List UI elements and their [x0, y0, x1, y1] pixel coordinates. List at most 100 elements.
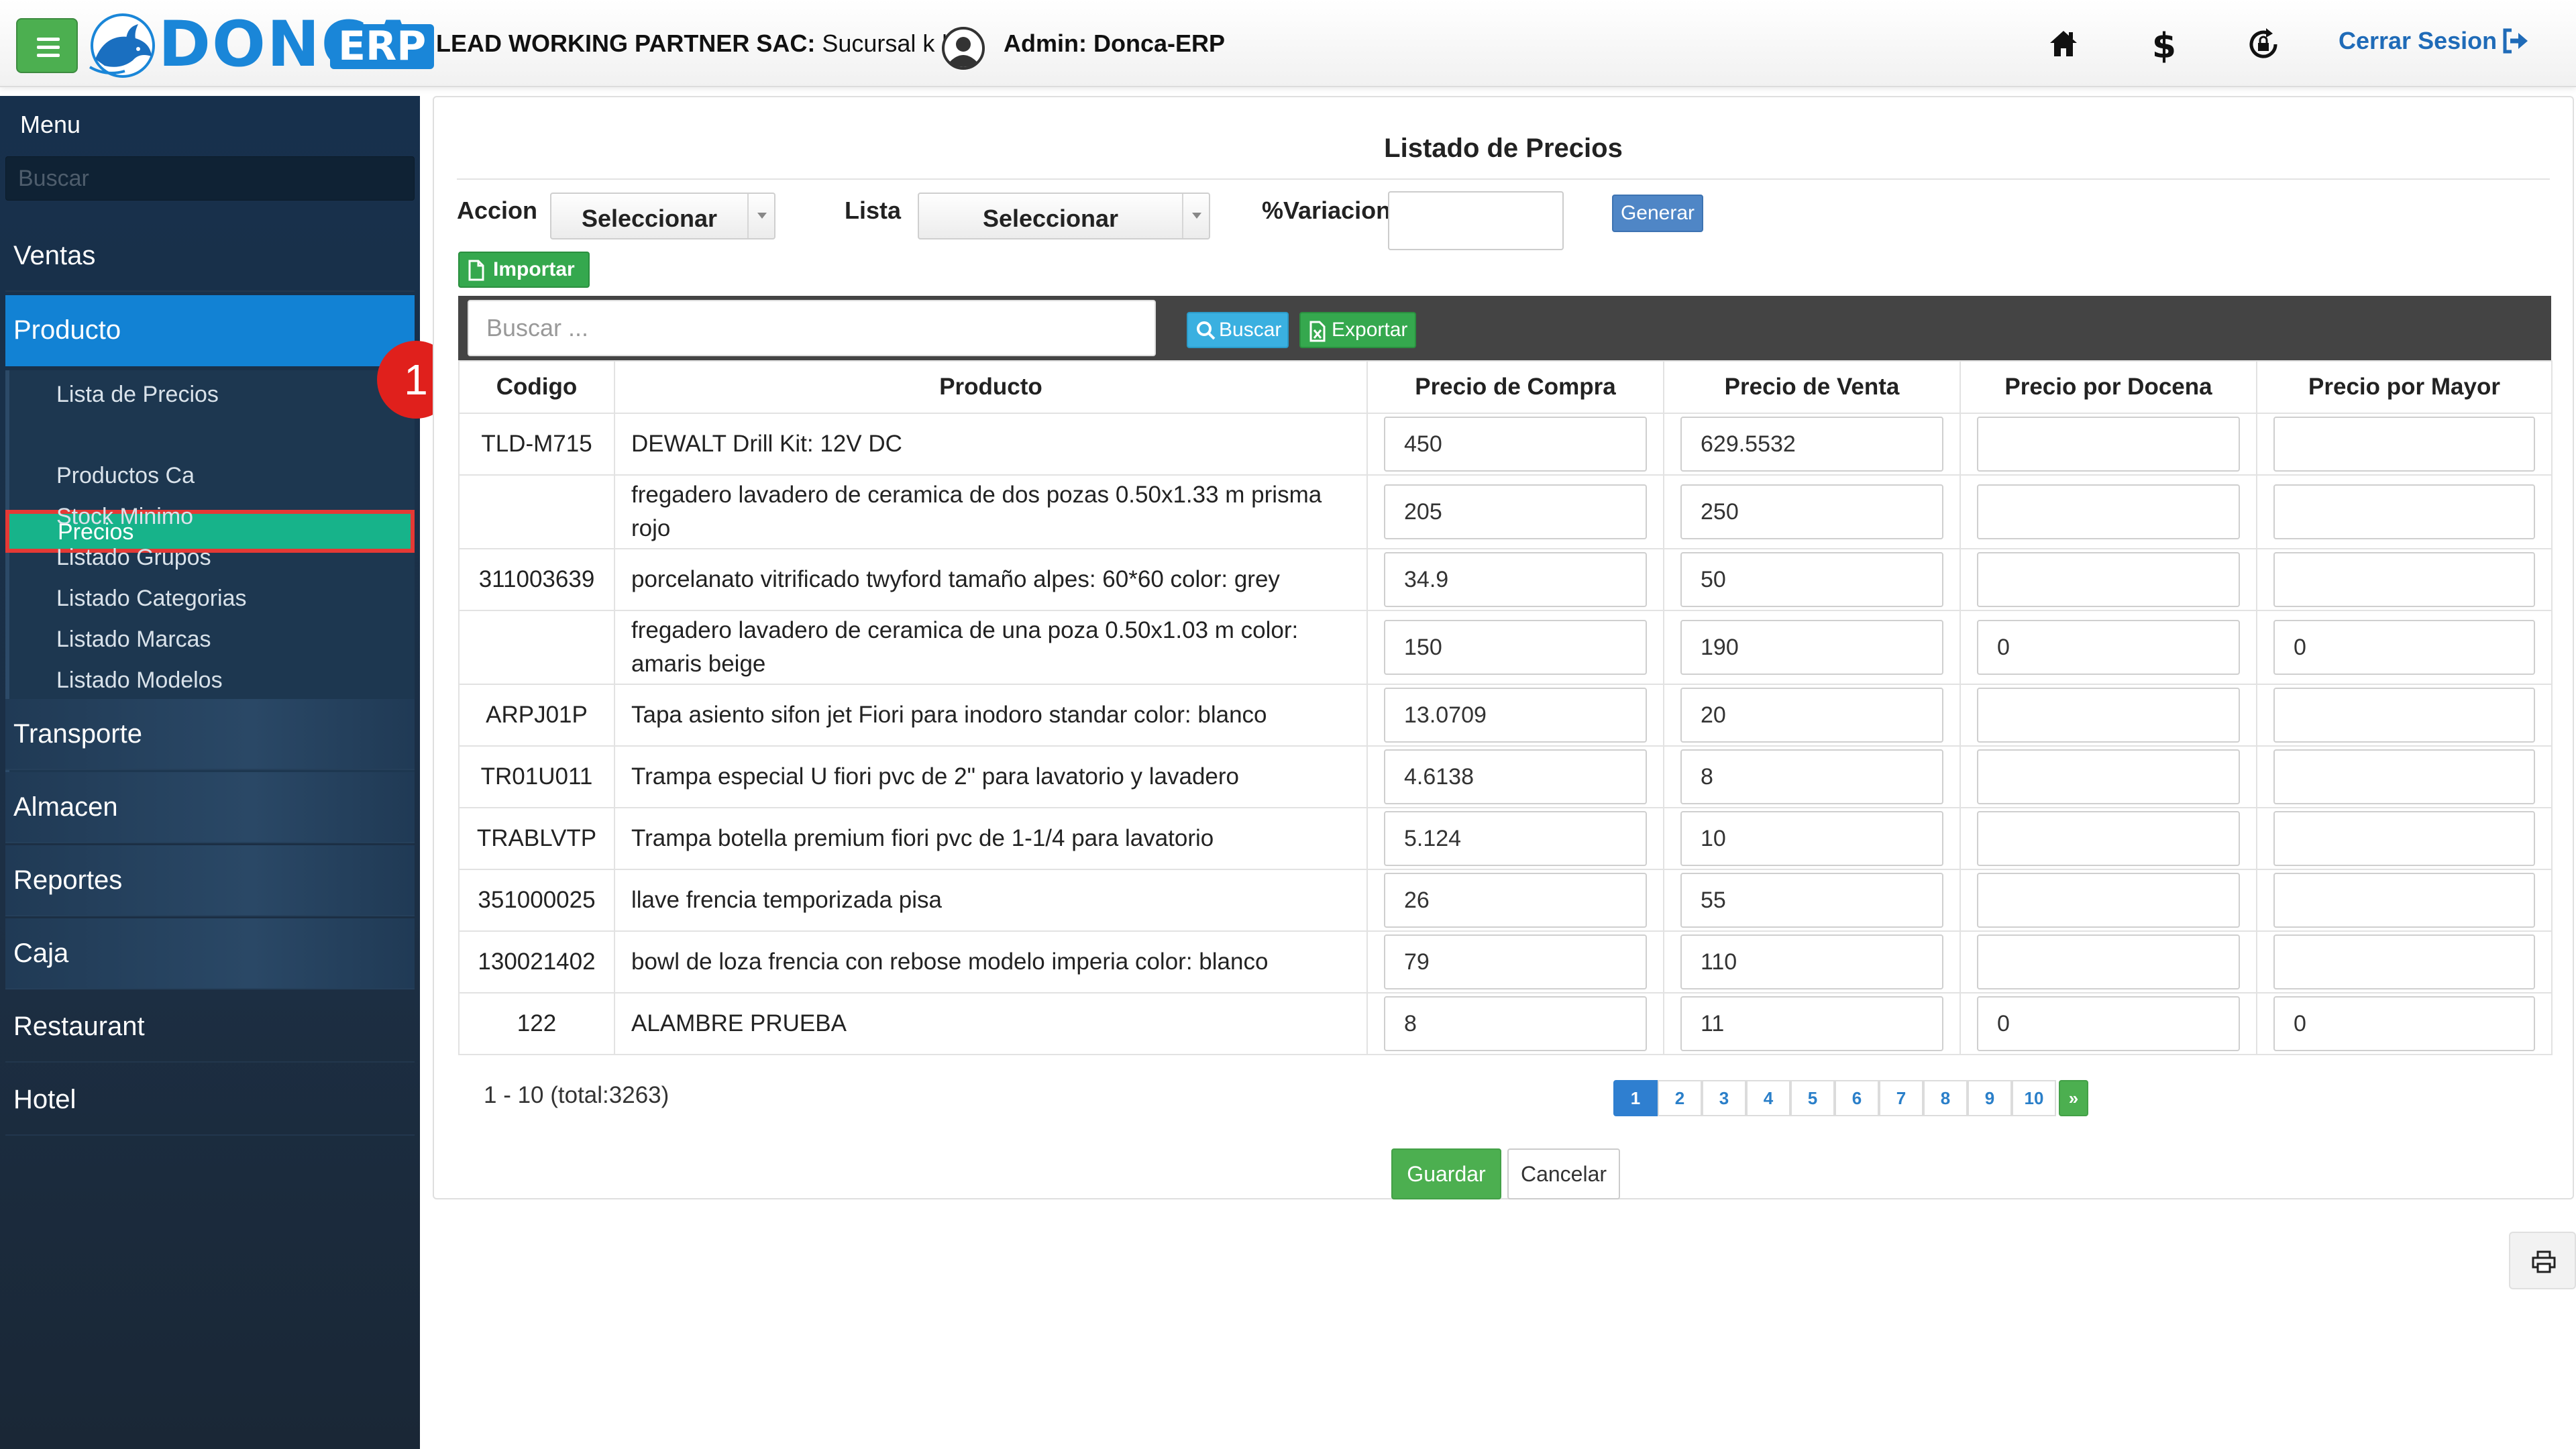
- home-icon[interactable]: [2042, 23, 2085, 66]
- sidebar-item-reportes[interactable]: Reportes: [5, 845, 415, 916]
- precio-mayor-input[interactable]: [2273, 620, 2535, 675]
- precio-mayor-input[interactable]: [2273, 484, 2535, 539]
- precio-mayor-input[interactable]: [2273, 552, 2535, 607]
- precio-compra-cell: [1366, 684, 1664, 747]
- importar-button[interactable]: Importar: [458, 252, 590, 288]
- page-2-button[interactable]: 2: [1658, 1080, 1702, 1116]
- precio-mayor-input[interactable]: [2273, 749, 2535, 804]
- precio-venta-input[interactable]: [1680, 552, 1943, 607]
- precio-docena-input[interactable]: [1977, 552, 2240, 607]
- column-header-precio-mayor[interactable]: Precio por Mayor: [2256, 360, 2553, 414]
- precio-compra-input[interactable]: [1384, 934, 1647, 989]
- sidebar-item-transporte[interactable]: Transporte: [5, 699, 415, 770]
- next-page-button[interactable]: »: [2059, 1080, 2088, 1116]
- precio-compra-input[interactable]: [1384, 552, 1647, 607]
- precio-venta-cell: [1663, 610, 1961, 685]
- precio-venta-input[interactable]: [1680, 620, 1943, 675]
- submenu-item-stock-minimo[interactable]: Stock Minimo: [56, 504, 193, 530]
- submenu-item-listado-marcas[interactable]: Listado Marcas: [56, 627, 211, 653]
- table-search-input[interactable]: [468, 300, 1156, 356]
- precio-docena-input[interactable]: [1977, 934, 2240, 989]
- precio-venta-input[interactable]: [1680, 688, 1943, 743]
- user-avatar-icon[interactable]: [939, 27, 987, 70]
- precio-compra-input[interactable]: [1384, 620, 1647, 675]
- precio-mayor-input[interactable]: [2273, 417, 2535, 472]
- precio-docena-input[interactable]: [1977, 749, 2240, 804]
- sidebar-item-caja[interactable]: Caja: [5, 918, 415, 989]
- column-header-precio-venta[interactable]: Precio de Venta: [1663, 360, 1961, 414]
- excel-file-icon: [1309, 321, 1326, 342]
- sidebar-title: Menu: [20, 111, 81, 138]
- precio-venta-input[interactable]: [1680, 484, 1943, 539]
- app-logo[interactable]: DONCA ERP: [86, 9, 435, 79]
- sidebar-item-ventas[interactable]: Ventas: [5, 221, 415, 292]
- precio-compra-input[interactable]: [1384, 873, 1647, 928]
- exportar-button[interactable]: Exportar: [1299, 312, 1416, 348]
- submenu-item-listado-categorias[interactable]: Listado Categorias: [56, 586, 247, 612]
- sidebar-item-hotel[interactable]: Hotel: [5, 1065, 415, 1136]
- cancelar-button[interactable]: Cancelar: [1507, 1148, 1620, 1199]
- precio-mayor-input[interactable]: [2273, 996, 2535, 1051]
- page-10-button[interactable]: 10: [2012, 1080, 2056, 1116]
- sidebar-item-producto[interactable]: Producto: [5, 295, 415, 366]
- precio-mayor-input[interactable]: [2273, 811, 2535, 866]
- precio-mayor-input[interactable]: [2273, 688, 2535, 743]
- lista-select[interactable]: Seleccionar: [918, 193, 1210, 239]
- menu-toggle-button[interactable]: [16, 18, 78, 73]
- precio-docena-input[interactable]: [1977, 811, 2240, 866]
- precio-mayor-cell: [2256, 684, 2553, 747]
- precio-docena-input[interactable]: [1977, 873, 2240, 928]
- submenu-item-lista-de-precios[interactable]: Lista de Precios: [56, 382, 219, 408]
- precio-mayor-input[interactable]: [2273, 934, 2535, 989]
- producto-cell: Trampa botella premium fiori pvc de 1-1/…: [614, 807, 1368, 870]
- page-9-button[interactable]: 9: [1968, 1080, 2012, 1116]
- precio-docena-input[interactable]: [1977, 688, 2240, 743]
- column-header-codigo[interactable]: Codigo: [458, 360, 615, 414]
- precio-venta-input[interactable]: [1680, 996, 1943, 1051]
- precio-mayor-input[interactable]: [2273, 873, 2535, 928]
- precio-venta-input[interactable]: [1680, 873, 1943, 928]
- page-8-button[interactable]: 8: [1923, 1080, 1968, 1116]
- print-button[interactable]: [2509, 1232, 2576, 1289]
- precio-venta-input[interactable]: [1680, 934, 1943, 989]
- page-3-button[interactable]: 3: [1702, 1080, 1746, 1116]
- precio-compra-input[interactable]: [1384, 688, 1647, 743]
- precio-venta-input[interactable]: [1680, 749, 1943, 804]
- submenu-item-listado-modelos[interactable]: Listado Modelos: [56, 667, 223, 694]
- precio-compra-input[interactable]: [1384, 484, 1647, 539]
- submenu-item-productos-ca[interactable]: Productos Ca: [56, 463, 195, 489]
- chevron-down-icon: [747, 194, 774, 238]
- guardar-button[interactable]: Guardar: [1391, 1148, 1501, 1199]
- precio-compra-cell: [1366, 610, 1664, 685]
- dollar-icon[interactable]: $: [2143, 23, 2186, 66]
- precio-compra-input[interactable]: [1384, 417, 1647, 472]
- buscar-button[interactable]: Buscar: [1187, 312, 1289, 348]
- sidebar-item-restaurant[interactable]: Restaurant: [5, 991, 415, 1063]
- precio-compra-input[interactable]: [1384, 811, 1647, 866]
- page-1-button[interactable]: 1: [1613, 1080, 1658, 1116]
- page-5-button[interactable]: 5: [1790, 1080, 1835, 1116]
- column-header-precio-compra[interactable]: Precio de Compra: [1366, 360, 1664, 414]
- precio-docena-input[interactable]: [1977, 620, 2240, 675]
- column-header-producto[interactable]: Producto: [614, 360, 1368, 414]
- precio-docena-input[interactable]: [1977, 996, 2240, 1051]
- precio-compra-input[interactable]: [1384, 996, 1647, 1051]
- sidebar-item-almacen[interactable]: Almacen: [5, 772, 415, 843]
- page-7-button[interactable]: 7: [1879, 1080, 1923, 1116]
- lock-refresh-icon[interactable]: [2242, 23, 2285, 66]
- column-header-precio-docena[interactable]: Precio por Docena: [1960, 360, 2257, 414]
- precio-docena-input[interactable]: [1977, 484, 2240, 539]
- submenu-item-listado-grupos[interactable]: Listado Grupos: [56, 545, 211, 571]
- logout-button[interactable]: Cerrar Sesion: [2339, 27, 2530, 55]
- precio-compra-input[interactable]: [1384, 749, 1647, 804]
- page-4-button[interactable]: 4: [1746, 1080, 1790, 1116]
- producto-cell: porcelanato vitrificado twyford tamaño a…: [614, 548, 1368, 611]
- precio-venta-input[interactable]: [1680, 417, 1943, 472]
- precio-docena-input[interactable]: [1977, 417, 2240, 472]
- generar-button[interactable]: Generar: [1612, 195, 1703, 232]
- precio-venta-input[interactable]: [1680, 811, 1943, 866]
- sidebar-search-input[interactable]: [5, 156, 415, 201]
- variacion-input[interactable]: [1388, 191, 1564, 250]
- page-6-button[interactable]: 6: [1835, 1080, 1879, 1116]
- accion-select[interactable]: Seleccionar: [550, 193, 775, 239]
